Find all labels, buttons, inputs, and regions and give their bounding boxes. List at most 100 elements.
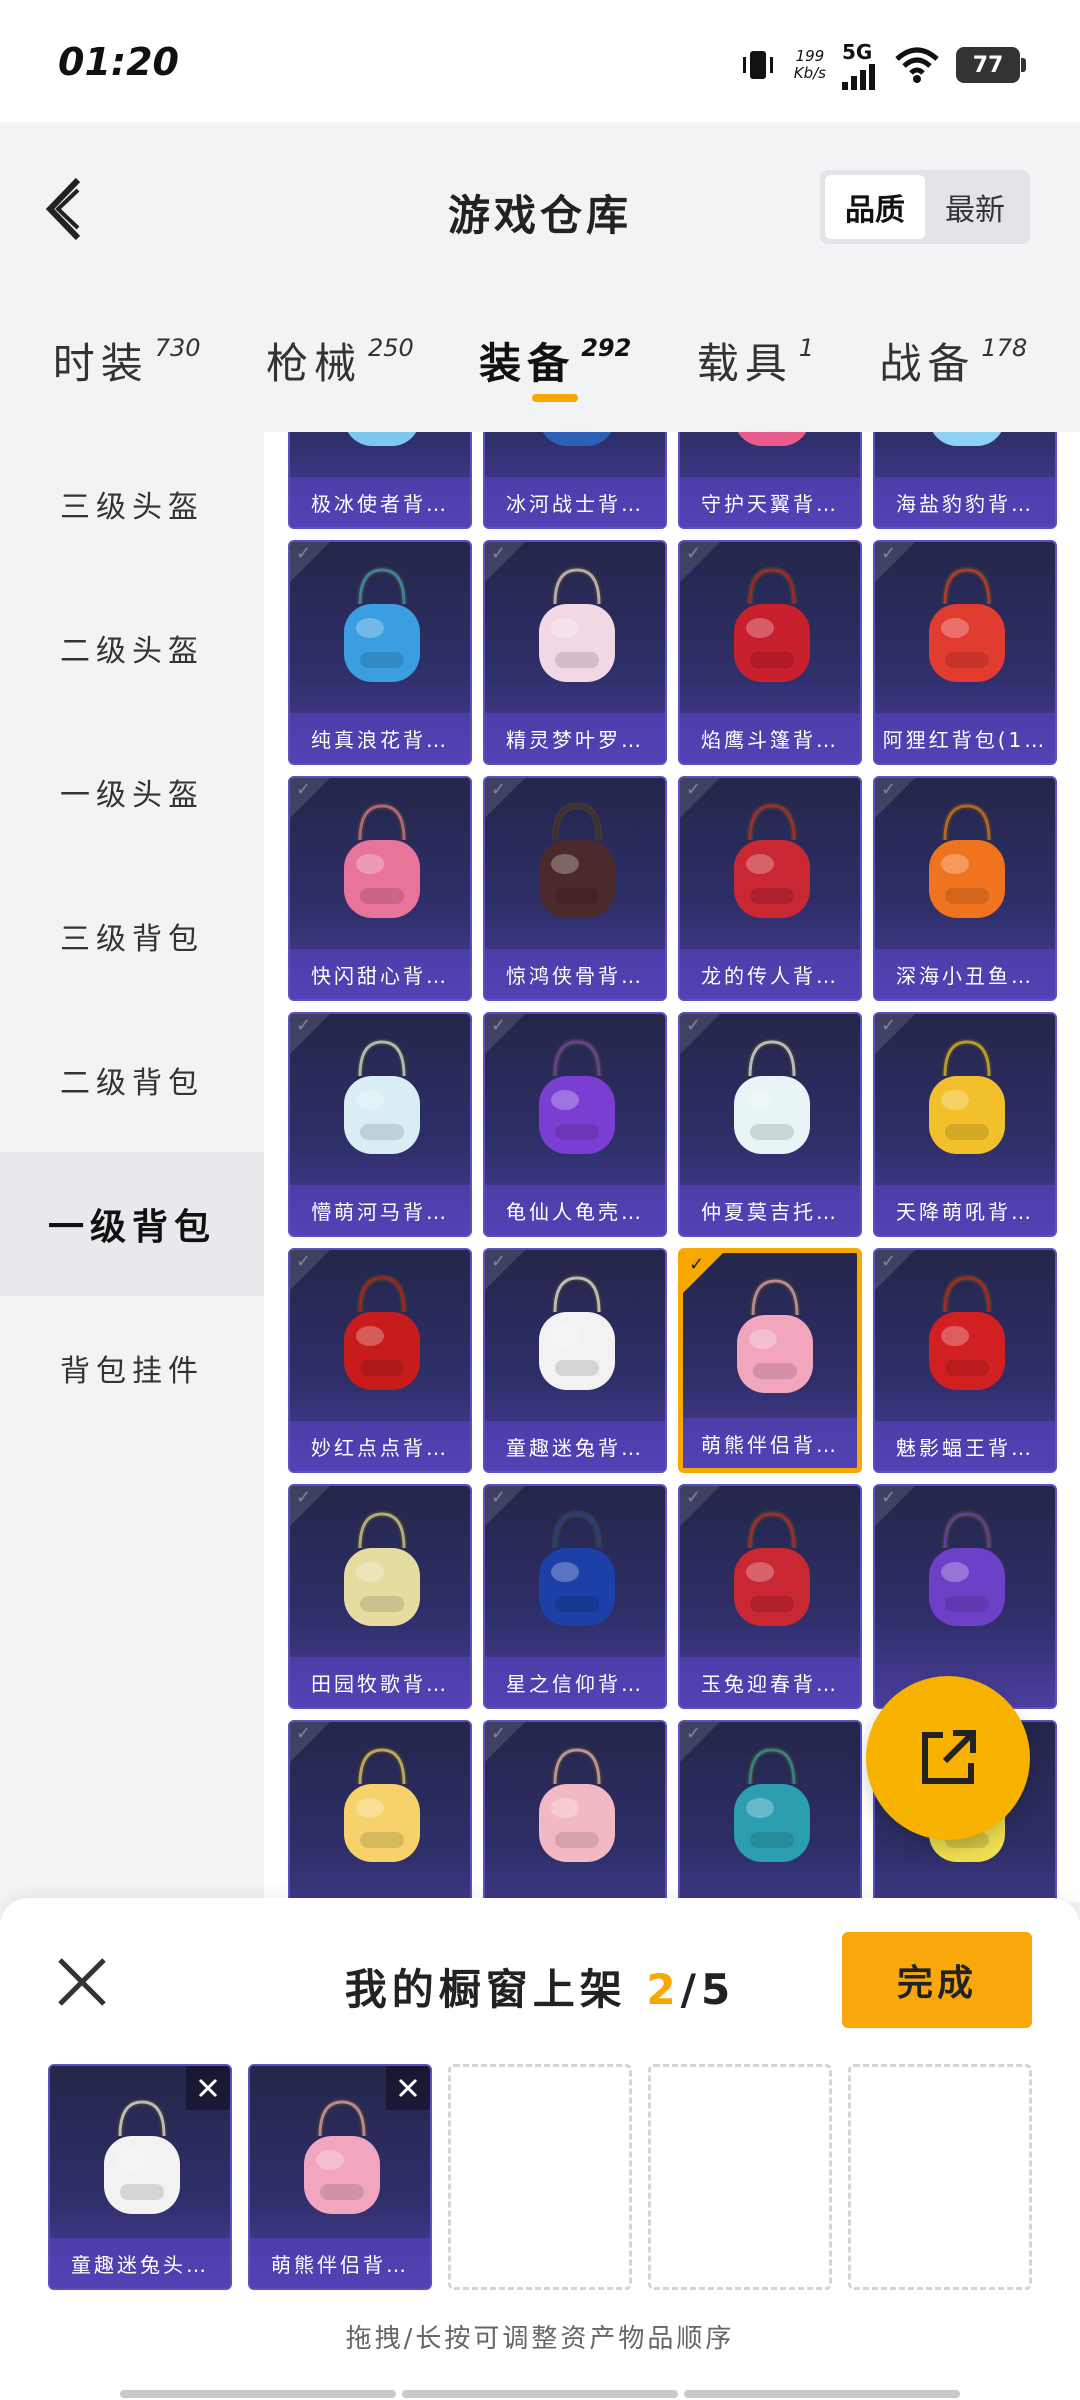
- backpack-icon: [330, 1508, 434, 1636]
- backpack-icon: [720, 1744, 824, 1872]
- item-card[interactable]: ✓ 萌熊伴侣背…: [678, 1248, 862, 1473]
- home-indicator: [120, 2390, 960, 2398]
- sidebar-item-helmet-1[interactable]: 一级头盔: [0, 720, 264, 864]
- empty-slot[interactable]: [848, 2064, 1032, 2290]
- item-card[interactable]: ✓ 天降萌吼背…: [873, 1012, 1057, 1237]
- item-label: 玉兔迎春背…: [680, 1657, 860, 1707]
- reorder-hint: 拖拽/长按可调整资产物品顺序: [345, 2324, 735, 2354]
- showcase-slot[interactable]: 童趣迷兔头…: [48, 2064, 232, 2290]
- item-label: 童趣迷兔背…: [485, 1421, 665, 1471]
- check-icon: ✓: [680, 1486, 720, 1526]
- backpack-icon: [330, 564, 434, 692]
- slot-label: 萌熊伴侣背…: [250, 2238, 430, 2288]
- item-card[interactable]: ✓ 懵萌河马背…: [288, 1012, 472, 1237]
- tab-fashion[interactable]: 时装 730: [53, 300, 201, 430]
- sidebar-item-helmet-2[interactable]: 二级头盔: [0, 576, 264, 720]
- item-card[interactable]: ✓海盐豹豹背…: [873, 432, 1057, 529]
- showcase-panel: 我的橱窗上架 2/5 完成 童趣迷兔头… 萌熊伴侣背… 拖拽/长按可调整资产物品顺…: [0, 1898, 1080, 2400]
- item-label: 龟仙人龟壳…: [485, 1185, 665, 1235]
- check-icon: ✓: [485, 1014, 525, 1054]
- item-card[interactable]: ✓: [873, 1484, 1057, 1709]
- item-label: 仲夏莫吉托…: [680, 1185, 860, 1235]
- item-card[interactable]: ✓ 魅影蝠王背…: [873, 1248, 1057, 1473]
- check-icon: ✓: [875, 542, 915, 582]
- item-label: 快闪甜心背…: [290, 949, 470, 999]
- backpack-icon: [723, 1275, 827, 1403]
- tab-vehicles[interactable]: 载具 1: [697, 300, 814, 430]
- category-tabs: 时装 730 枪械 250 装备 292 载具 1 战备 178: [0, 300, 1080, 430]
- item-card[interactable]: ✓: [483, 1720, 667, 1902]
- item-card[interactable]: ✓: [678, 1720, 862, 1902]
- item-card[interactable]: ✓ 田园牧歌背…: [288, 1484, 472, 1709]
- backpack-icon: [915, 1036, 1019, 1164]
- item-card[interactable]: ✓ 深海小丑鱼…: [873, 776, 1057, 1001]
- item-card[interactable]: ✓ 阿狸红背包(1…: [873, 540, 1057, 765]
- empty-slot[interactable]: [448, 2064, 632, 2290]
- check-icon: ✓: [875, 778, 915, 818]
- backpack-icon: [290, 2096, 394, 2220]
- sort-quality[interactable]: 品质: [825, 175, 925, 239]
- item-card[interactable]: ✓ 焰鹰斗篷背…: [678, 540, 862, 765]
- vibrate-icon: [742, 51, 773, 79]
- item-card[interactable]: ✓: [288, 1720, 472, 1902]
- backpack-icon: [720, 1036, 824, 1164]
- item-card[interactable]: ✓ 星之信仰背…: [483, 1484, 667, 1709]
- check-icon: ✓: [683, 1253, 723, 1293]
- done-button[interactable]: 完成: [842, 1932, 1032, 2028]
- showcase-slot[interactable]: 萌熊伴侣背…: [248, 2064, 432, 2290]
- tab-equipment[interactable]: 装备 292: [479, 300, 631, 430]
- empty-slot[interactable]: [648, 2064, 832, 2290]
- tab-guns[interactable]: 枪械 250: [266, 300, 414, 430]
- check-icon: ✓: [290, 542, 330, 582]
- tab-supplies[interactable]: 战备 178: [879, 300, 1027, 430]
- backpack-icon: [330, 1744, 434, 1872]
- backpack-icon: [915, 432, 1019, 456]
- backpack-icon: [525, 1036, 629, 1164]
- battery-icon: 77: [956, 47, 1026, 83]
- backpack-icon: [915, 1272, 1019, 1400]
- item-card[interactable]: ✓ 童趣迷兔背…: [483, 1248, 667, 1473]
- item-card[interactable]: ✓ 惊鸿侠骨背…: [483, 776, 667, 1001]
- item-card[interactable]: ✓ 快闪甜心背…: [288, 776, 472, 1001]
- item-label: 海盐豹豹背…: [875, 477, 1055, 527]
- item-label: 守护天翼背…: [680, 477, 860, 527]
- item-card[interactable]: ✓ 精灵梦叶罗…: [483, 540, 667, 765]
- backpack-icon: [525, 800, 629, 928]
- item-card[interactable]: ✓冰河战士背…: [483, 432, 667, 529]
- sidebar-item-backpack-3[interactable]: 三级背包: [0, 864, 264, 1008]
- check-icon: ✓: [875, 1486, 915, 1526]
- item-label: 龙的传人背…: [680, 949, 860, 999]
- check-icon: ✓: [875, 1250, 915, 1290]
- backpack-icon: [720, 800, 824, 928]
- item-card[interactable]: ✓ 妙红点点背…: [288, 1248, 472, 1473]
- sidebar-item-helmet-3[interactable]: 三级头盔: [0, 432, 264, 576]
- sidebar-item-backpack-1[interactable]: 一级背包: [0, 1152, 264, 1296]
- signal-icon: 5G: [842, 40, 878, 90]
- item-card[interactable]: ✓ 仲夏莫吉托…: [678, 1012, 862, 1237]
- item-card[interactable]: ✓ 龟仙人龟壳…: [483, 1012, 667, 1237]
- item-card[interactable]: ✓极冰使者背…: [288, 432, 472, 529]
- item-label: 纯真浪花背…: [290, 713, 470, 763]
- backpack-icon: [525, 432, 629, 456]
- item-card[interactable]: ✓ 龙的传人背…: [678, 776, 862, 1001]
- backpack-icon: [525, 1272, 629, 1400]
- tab-underline: [532, 394, 579, 402]
- sort-newest[interactable]: 最新: [925, 175, 1025, 239]
- backpack-icon: [720, 564, 824, 692]
- backpack-icon: [525, 1508, 629, 1636]
- sidebar-item-pendant[interactable]: 背包挂件: [0, 1296, 264, 1440]
- slot-label: 童趣迷兔头…: [50, 2238, 230, 2288]
- sidebar-item-backpack-2[interactable]: 二级背包: [0, 1008, 264, 1152]
- backpack-icon: [525, 1744, 629, 1872]
- item-card[interactable]: ✓ 纯真浪花背…: [288, 540, 472, 765]
- check-icon: ✓: [290, 1722, 330, 1762]
- backpack-icon: [330, 432, 434, 456]
- share-button[interactable]: [866, 1676, 1030, 1840]
- item-label: 星之信仰背…: [485, 1657, 665, 1707]
- item-label: 深海小丑鱼…: [875, 949, 1055, 999]
- item-card[interactable]: ✓ 玉兔迎春背…: [678, 1484, 862, 1709]
- check-icon: ✓: [485, 1250, 525, 1290]
- item-card[interactable]: ✓守护天翼背…: [678, 432, 862, 529]
- check-icon: ✓: [290, 778, 330, 818]
- item-label: 惊鸿侠骨背…: [485, 949, 665, 999]
